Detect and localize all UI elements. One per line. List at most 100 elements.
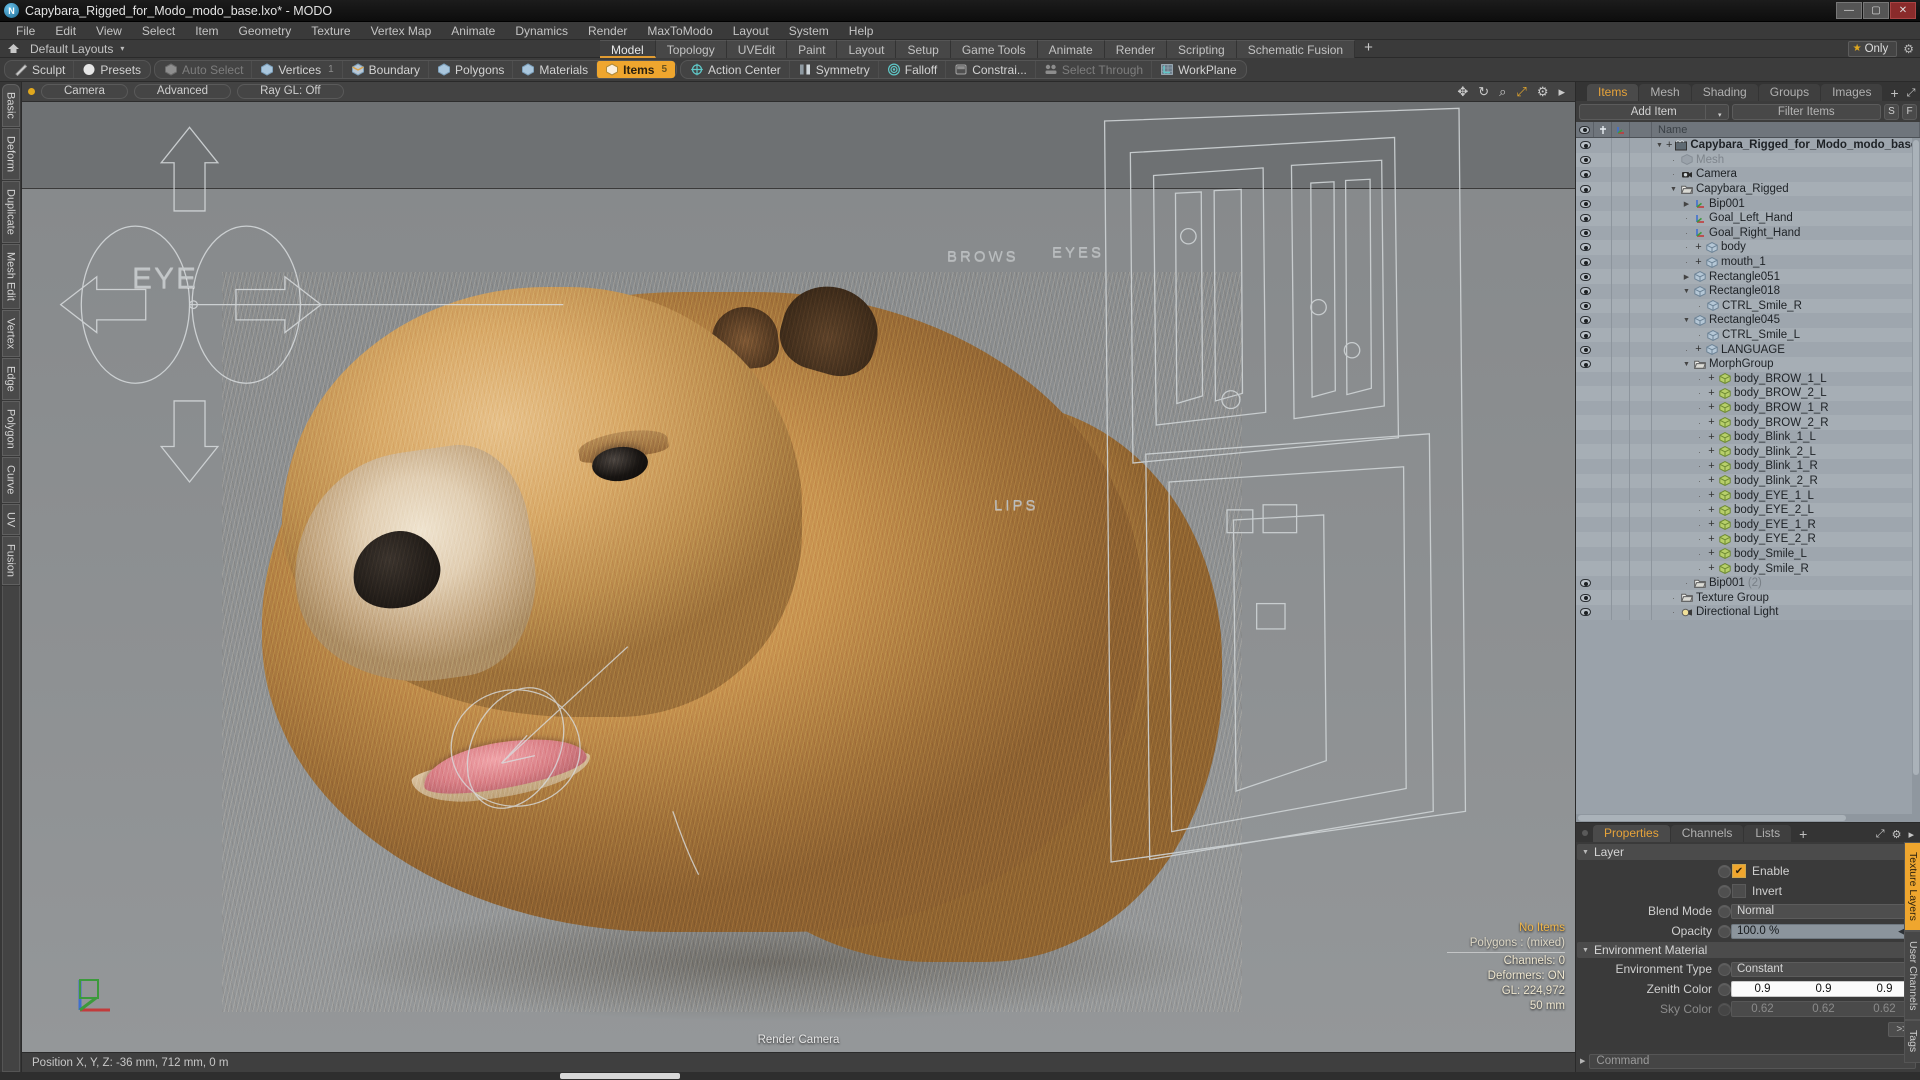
tree-column-cell-1[interactable] bbox=[1594, 488, 1612, 503]
tool-items[interactable]: Items 5 bbox=[596, 61, 676, 78]
tree-column-cell-1[interactable] bbox=[1594, 210, 1612, 226]
tree-column-cell-2[interactable] bbox=[1612, 502, 1630, 518]
expand-plus-icon[interactable]: + bbox=[1707, 402, 1716, 413]
tree-column-cell-2[interactable] bbox=[1612, 269, 1630, 284]
table-row[interactable]: ▼ Rectangle045 bbox=[1576, 313, 1920, 328]
tab-properties[interactable]: Properties bbox=[1593, 825, 1670, 842]
tree-column-cell-1[interactable] bbox=[1594, 459, 1612, 474]
tab-shading[interactable]: Shading bbox=[1691, 84, 1758, 101]
item-name-cell[interactable]: · + body_Blink_1_L bbox=[1652, 431, 1920, 443]
tree-column-cell-3[interactable] bbox=[1630, 444, 1652, 460]
item-name-cell[interactable]: · Goal_Right_Hand bbox=[1652, 227, 1920, 239]
menu-select[interactable]: Select bbox=[132, 22, 185, 40]
twisty-closed-icon[interactable]: ▶ bbox=[1682, 273, 1691, 281]
tree-column-cell-1[interactable] bbox=[1594, 546, 1612, 562]
table-row[interactable]: · Texture Group bbox=[1576, 590, 1920, 605]
tool-workplane[interactable]: WorkPlane bbox=[1151, 61, 1244, 78]
layout-tab-model[interactable]: Model bbox=[600, 39, 656, 58]
tree-column-cell-2[interactable] bbox=[1612, 561, 1630, 576]
table-row[interactable]: · + body_EYE_2_R bbox=[1576, 532, 1920, 547]
visibility-toggle[interactable] bbox=[1576, 185, 1594, 194]
tree-column-cell-3[interactable] bbox=[1630, 327, 1652, 343]
tree-column-cell-2[interactable] bbox=[1612, 298, 1630, 314]
filter-items-input[interactable]: Filter Items bbox=[1731, 103, 1881, 120]
zoom-icon[interactable]: ⌕ bbox=[1499, 85, 1506, 98]
expand-plus-icon[interactable]: + bbox=[1707, 373, 1716, 384]
scrollbar-thumb[interactable] bbox=[1913, 140, 1919, 776]
tool-sculpt[interactable]: Sculpt bbox=[6, 61, 73, 78]
item-name-cell[interactable]: ▼ MorphGroup bbox=[1652, 358, 1920, 370]
gear-icon[interactable]: ⚙ bbox=[1892, 828, 1902, 841]
opacity-knob[interactable] bbox=[1718, 924, 1731, 938]
tab-groups[interactable]: Groups bbox=[1758, 84, 1821, 101]
tree-column-cell-1[interactable] bbox=[1594, 254, 1612, 270]
expand-plus-icon[interactable]: + bbox=[1694, 256, 1703, 267]
item-name-cell[interactable]: · + body bbox=[1652, 241, 1920, 253]
tree-column-cell-1[interactable] bbox=[1594, 269, 1612, 284]
item-name-cell[interactable]: · + body_BROW_1_R bbox=[1652, 402, 1920, 414]
left-tab-mesh-edit[interactable]: Mesh Edit bbox=[1, 243, 20, 309]
table-row[interactable]: · + body_BROW_2_L bbox=[1576, 386, 1920, 401]
tree-column-cell-3[interactable] bbox=[1630, 196, 1652, 211]
item-name-cell[interactable]: · Bip001 (2) bbox=[1652, 577, 1920, 589]
expand-plus-icon[interactable]: + bbox=[1707, 519, 1716, 530]
visibility-toggle[interactable] bbox=[1576, 316, 1594, 325]
twisty-closed-icon[interactable]: ▶ bbox=[1682, 200, 1691, 208]
table-row[interactable]: · + body_EYE_2_L bbox=[1576, 502, 1920, 518]
tree-column-cell-3[interactable] bbox=[1630, 386, 1652, 401]
tree-column-cell-3[interactable] bbox=[1630, 546, 1652, 562]
expand-icon[interactable]: ⤢ bbox=[1876, 828, 1885, 841]
menu-item[interactable]: Item bbox=[185, 22, 228, 40]
item-name-cell[interactable]: · + body_Smile_R bbox=[1652, 563, 1920, 575]
expand-plus-icon[interactable]: + bbox=[1707, 533, 1716, 544]
tree-column-cell-2[interactable] bbox=[1612, 532, 1630, 547]
tree-column-cell-2[interactable] bbox=[1612, 225, 1630, 241]
item-name-cell[interactable]: · Goal_Left_Hand bbox=[1652, 212, 1920, 224]
tree-column-cell-3[interactable] bbox=[1630, 459, 1652, 474]
table-row[interactable]: · + mouth_1 bbox=[1576, 254, 1920, 270]
tree-column-cell-2[interactable] bbox=[1612, 429, 1630, 445]
left-tab-polygon[interactable]: Polygon bbox=[1, 400, 20, 457]
menu-view[interactable]: View bbox=[86, 22, 132, 40]
item-name-cell[interactable]: · + body_EYE_2_R bbox=[1652, 533, 1920, 545]
table-row[interactable]: · + body_Blink_1_L bbox=[1576, 429, 1920, 445]
tree-column-cell-1[interactable] bbox=[1594, 327, 1612, 343]
table-row[interactable]: · + body_EYE_1_R bbox=[1576, 517, 1920, 533]
menu-geometry[interactable]: Geometry bbox=[229, 22, 302, 40]
twisty-open-icon[interactable]: ▼ bbox=[1682, 317, 1691, 324]
tree-column-cell-3[interactable] bbox=[1630, 590, 1652, 605]
left-tab-vertex[interactable]: Vertex bbox=[1, 309, 20, 357]
table-row[interactable]: · Goal_Left_Hand bbox=[1576, 210, 1920, 226]
tree-column-cell-3[interactable] bbox=[1630, 473, 1652, 489]
left-tab-curve[interactable]: Curve bbox=[1, 457, 20, 503]
table-row[interactable]: · + body_Smile_R bbox=[1576, 561, 1920, 576]
default-layouts-label[interactable]: Default Layouts bbox=[26, 42, 117, 56]
table-row[interactable]: · + body_EYE_1_L bbox=[1576, 488, 1920, 503]
tool-falloff[interactable]: Falloff bbox=[877, 61, 945, 78]
table-row[interactable]: · + body_Blink_1_R bbox=[1576, 459, 1920, 474]
expand-plus-icon[interactable]: + bbox=[1707, 490, 1716, 501]
tree-column-cell-3[interactable] bbox=[1630, 152, 1652, 168]
filter-f-button[interactable]: F bbox=[1902, 103, 1917, 120]
layout-tab-scripting[interactable]: Scripting bbox=[1167, 39, 1237, 58]
item-name-cell[interactable]: ▶ Rectangle051 bbox=[1652, 271, 1920, 283]
tab-mesh-ops[interactable]: Mesh Ops bbox=[1639, 84, 1691, 116]
table-row[interactable]: · + body_BROW_1_R bbox=[1576, 400, 1920, 416]
tree-column-cell-2[interactable] bbox=[1612, 605, 1630, 620]
command-input[interactable]: Command bbox=[1589, 1053, 1916, 1069]
gear-icon[interactable]: ⚙ bbox=[1537, 85, 1549, 98]
layout-tab-game-tools[interactable]: Game Tools bbox=[950, 39, 1038, 58]
tree-column-cell-1[interactable] bbox=[1594, 196, 1612, 211]
left-tab-basic[interactable]: Basic bbox=[1, 84, 20, 127]
add-layout-tab-button[interactable]: + bbox=[1355, 39, 1382, 58]
item-tree-scrollbar[interactable] bbox=[1912, 138, 1920, 814]
chevron-right-icon[interactable]: ▶ bbox=[1580, 1057, 1585, 1065]
tree-column-cell-1[interactable] bbox=[1594, 283, 1612, 299]
menu-system[interactable]: System bbox=[779, 22, 839, 40]
item-name-cell[interactable]: · Mesh bbox=[1652, 154, 1920, 166]
tree-column-cell-3[interactable] bbox=[1630, 283, 1652, 299]
item-name-cell[interactable]: · + LANGUAGE bbox=[1652, 344, 1920, 356]
tree-column-cell-2[interactable] bbox=[1612, 152, 1630, 168]
viewport-raygl-button[interactable]: Ray GL: Off bbox=[237, 84, 344, 99]
menu-animate[interactable]: Animate bbox=[441, 22, 505, 40]
